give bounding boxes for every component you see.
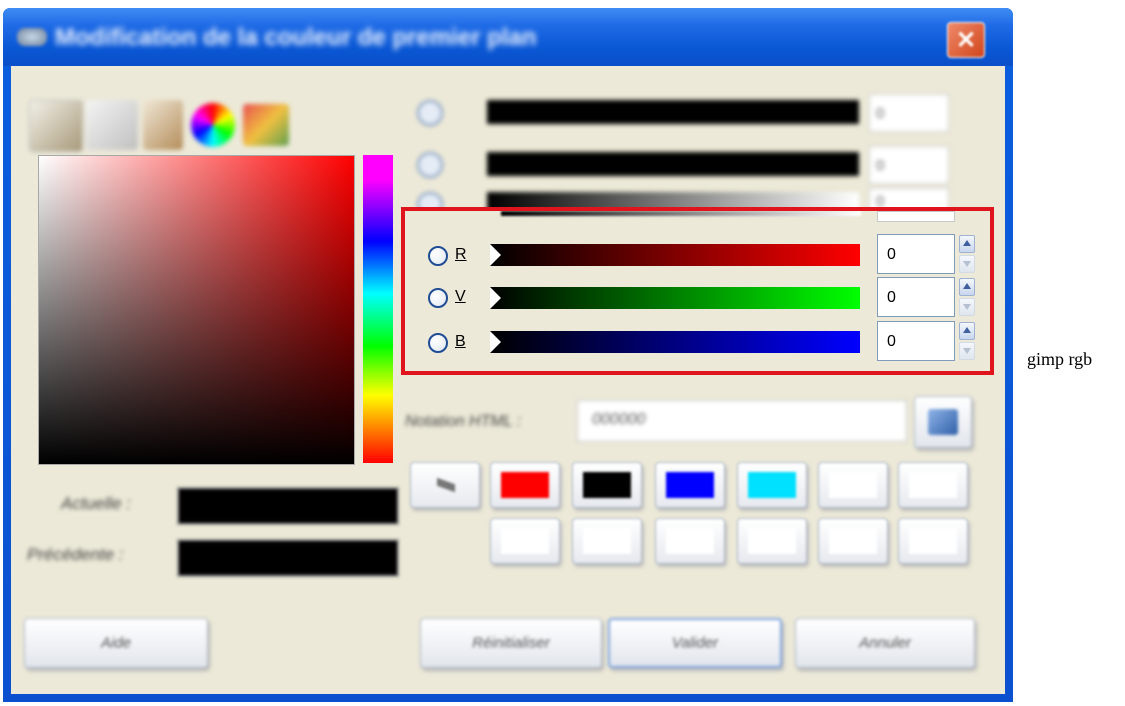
hue-radio[interactable] [417,100,443,126]
reset-button[interactable]: Réinitialiser [420,618,602,668]
history-arrow-button[interactable] [410,462,480,508]
hue-value-field[interactable]: 0 [869,94,949,132]
history-swatch[interactable] [655,518,725,564]
html-notation-label: Notation HTML : [405,413,522,430]
previous-color-swatch[interactable] [177,539,399,577]
help-button[interactable]: Aide [24,618,208,668]
close-button[interactable]: ✕ [947,22,985,58]
history-swatch-fill [583,472,631,498]
dialog-client-area: Actuelle : Précédente : 0 0 0 [11,66,1005,694]
saturation-value-field[interactable]: 0 [869,146,949,184]
saturation-channel-slider[interactable] [487,152,859,176]
hue-channel-slider[interactable] [487,100,859,124]
previous-color-label: Précédente : [27,545,124,564]
history-swatch[interactable] [737,462,807,508]
ok-button[interactable]: Valider [608,618,782,668]
history-swatch[interactable] [737,518,807,564]
cancel-button-label: Annuler [859,634,911,652]
cancel-button[interactable]: Annuler [795,618,975,668]
current-color-label: Actuelle : [61,494,131,513]
saturation-value-field[interactable] [38,155,355,465]
history-swatch-fill [501,472,549,498]
history-swatch[interactable] [655,462,725,508]
history-swatch-fill [748,472,796,498]
history-swatch-fill [501,528,549,554]
history-swatch[interactable] [898,462,968,508]
reset-button-label: Réinitialiser [472,634,550,652]
history-swatch[interactable] [490,518,560,564]
printer-icon[interactable] [86,100,138,150]
history-swatch-fill [829,528,877,554]
saturation-radio[interactable] [417,152,443,178]
history-swatch-fill [583,528,631,554]
history-swatch[interactable] [490,462,560,508]
history-swatch[interactable] [898,518,968,564]
arrow-icon [437,477,455,493]
history-swatch-fill [909,472,957,498]
history-swatch-fill [748,528,796,554]
current-color-swatch [177,487,399,525]
history-swatch-fill [666,472,714,498]
close-icon: ✕ [955,26,977,54]
brush-icon[interactable] [143,100,183,150]
ok-button-label: Valider [671,634,719,652]
eyedropper-icon [928,409,958,435]
html-notation-field[interactable]: 000000 [577,400,907,442]
history-swatch-fill [909,528,957,554]
dialog-title: Modification de la couleur de premier pl… [55,24,537,51]
history-swatch[interactable] [572,518,642,564]
history-swatch-fill [666,528,714,554]
help-button-label: Aide [100,634,132,652]
history-swatch[interactable] [572,462,642,508]
image-caption: gimp rgb [1027,349,1093,369]
history-swatch-fill [829,472,877,498]
history-swatch[interactable] [818,462,888,508]
hue-slider[interactable] [363,155,393,463]
scales-icon[interactable] [29,100,83,152]
color-picker-button[interactable] [914,396,972,448]
gimp-app-icon [17,28,47,46]
history-swatch[interactable] [818,518,888,564]
color-wheel-icon[interactable] [191,103,235,147]
html-notation-value: 000000 [592,411,646,428]
rgb-highlight-box [401,207,994,375]
title-bar: Modification de la couleur de premier pl… [3,8,1013,66]
palette-icon[interactable] [243,104,289,146]
